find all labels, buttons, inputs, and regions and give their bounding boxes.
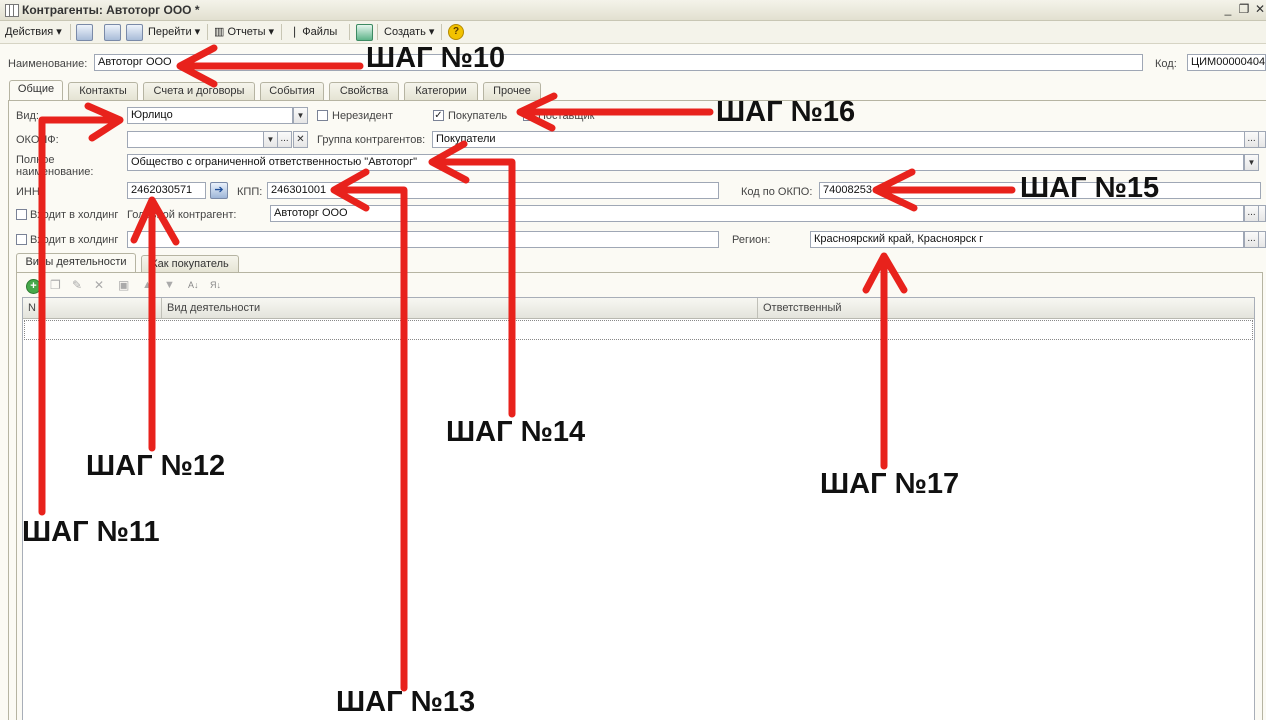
inn-label: ИНН: (16, 186, 43, 198)
region-field[interactable]: Красноярский край, Красноярск г (810, 231, 1244, 248)
column-header-n[interactable]: N (28, 302, 36, 314)
step-16-label: ШАГ №16 (716, 96, 856, 128)
head-select-icon[interactable]: ... (1244, 205, 1259, 222)
vid-field[interactable]: Юрлицо (127, 107, 293, 124)
okopf-field[interactable] (127, 131, 264, 148)
fullname-label: Полное наименование: (16, 154, 94, 178)
move-down-icon[interactable]: ▼ (164, 279, 177, 292)
holding-checkbox[interactable] (16, 209, 27, 220)
group-clear-icon[interactable] (1258, 131, 1266, 148)
inn-check-arrow-icon[interactable]: ➔ (210, 182, 228, 199)
head-clear-icon[interactable] (1258, 205, 1266, 222)
head-counterparty-label: Головной контрагент: (127, 209, 237, 221)
okopf-label: ОКОПФ: (16, 134, 59, 146)
head-counterparty-field[interactable]: Автоторг ООО (270, 205, 1244, 222)
save-close-icon[interactable] (76, 24, 93, 41)
table-icon (5, 4, 19, 17)
create-menu[interactable]: Создать ▾ (384, 25, 434, 38)
step-13-label: ШАГ №13 (336, 686, 476, 718)
restore-icon[interactable]: ❐ (1236, 2, 1252, 16)
delete-icon[interactable]: ✕ (94, 279, 107, 292)
vid-dropdown-icon[interactable]: ▼ (293, 107, 308, 124)
reports-menu[interactable]: ▥ Отчеты ▾ (214, 25, 274, 38)
region-clear-icon[interactable] (1258, 231, 1266, 248)
save-icon[interactable] (104, 24, 121, 41)
fullname-dropdown-icon[interactable]: ▼ (1244, 154, 1259, 171)
title-bar: Контрагенты: Автоторг ООО * _ ❐ ✕ (0, 0, 1266, 21)
actions-menu[interactable]: Действия ▾ (5, 25, 62, 38)
nonresident-label: Нерезидент (332, 110, 393, 122)
tab-properties[interactable]: Свойства (329, 82, 399, 101)
step-11-label: ШАГ №11 (22, 516, 160, 548)
step-12-label: ШАГ №12 (86, 450, 226, 482)
files-button[interactable]: ❘ Файлы (290, 25, 337, 38)
step-17-label: ШАГ №17 (820, 468, 960, 500)
column-header-activity[interactable]: Вид деятельности (167, 302, 260, 314)
okopf-select-icon[interactable]: ... (277, 131, 292, 148)
okopf-dropdown-icon[interactable]: ▼ (263, 131, 278, 148)
tab-other[interactable]: Прочее (483, 82, 541, 101)
close-icon[interactable]: ✕ (1252, 2, 1266, 16)
sort-asc-icon[interactable]: A↓ (188, 279, 201, 292)
tab-contacts[interactable]: Контакты (68, 82, 138, 101)
kpp-label: КПП: (237, 186, 263, 198)
tab-events[interactable]: События (260, 82, 324, 101)
region-label: Регион: (732, 234, 771, 246)
holding-label: Входит в холдинг (30, 209, 119, 221)
step-14-label: ШАГ №14 (446, 416, 586, 448)
step-10-label: ШАГ №10 (366, 42, 506, 74)
okopf-clear-icon[interactable]: ✕ (293, 131, 308, 148)
vid-label: Вид: (16, 110, 39, 122)
reports-icon: ▥ (214, 26, 225, 38)
copy-icon[interactable] (126, 24, 143, 41)
supplier-checkbox[interactable] (523, 110, 534, 121)
step-15-label: ШАГ №15 (1020, 172, 1160, 204)
nonresident-checkbox[interactable] (317, 110, 328, 121)
grid-toolbar: + ❐ ✎ ✕ ▣ ▲ ▼ A↓ Я↓ (22, 276, 1257, 296)
holding2-label: Входит в холдинг (30, 234, 119, 246)
edit-icon[interactable]: ✎ (72, 279, 85, 292)
paperclip-icon: ❘ (290, 26, 300, 38)
group-select-icon[interactable]: ... (1244, 131, 1259, 148)
save-row-icon[interactable]: ▣ (118, 279, 131, 292)
grid-header: N Вид деятельности Ответственный (23, 298, 1254, 319)
goto-menu[interactable]: Перейти ▾ (148, 25, 200, 38)
okpo-label: Код по ОКПО: (741, 186, 813, 198)
print-icon[interactable] (356, 24, 373, 41)
name-label: Наименование: (8, 58, 88, 70)
group-field[interactable]: Покупатели (432, 131, 1245, 148)
fullname-field[interactable]: Общество с ограниченной ответственностью… (127, 154, 1244, 171)
inn-field[interactable]: 2462030571 (127, 182, 206, 199)
subtab-activities[interactable]: Виды деятельности (16, 253, 136, 274)
toolbar: Действия ▾ Перейти ▾ ▥ Отчеты ▾ ❘ Файлы … (0, 21, 1266, 44)
buyer-label: Покупатель (448, 110, 508, 122)
help-icon[interactable]: ? (448, 24, 464, 40)
move-up-icon[interactable]: ▲ (142, 279, 155, 292)
copy-row-icon[interactable]: ❐ (50, 279, 63, 292)
table-row[interactable] (24, 320, 1253, 340)
window-title: Контрагенты: Автоторг ООО * (22, 3, 200, 17)
buyer-checkbox[interactable]: ✓ (433, 110, 444, 121)
group-label: Группа контрагентов: (317, 134, 426, 146)
activities-grid: N Вид деятельности Ответственный (22, 297, 1255, 720)
sort-desc-icon[interactable]: Я↓ (210, 279, 223, 292)
minimize-icon[interactable]: _ (1220, 2, 1236, 16)
kpp-field[interactable]: 246301001 (267, 182, 719, 199)
name-field[interactable]: Автоторг ООО (94, 54, 1143, 71)
column-header-responsible[interactable]: Ответственный (763, 302, 842, 314)
tab-general[interactable]: Общие (9, 80, 63, 101)
tab-categories[interactable]: Категории (404, 82, 478, 101)
holding2-checkbox[interactable] (16, 234, 27, 245)
code-field[interactable]: ЦИМ00000404 (1187, 54, 1266, 71)
region-select-icon[interactable]: ... (1244, 231, 1259, 248)
holding2-field[interactable] (127, 231, 719, 248)
supplier-label: Поставщик (538, 110, 595, 122)
code-label: Код: (1155, 58, 1177, 70)
add-icon[interactable]: + (26, 279, 41, 294)
tab-accounts[interactable]: Счета и договоры (143, 82, 255, 101)
